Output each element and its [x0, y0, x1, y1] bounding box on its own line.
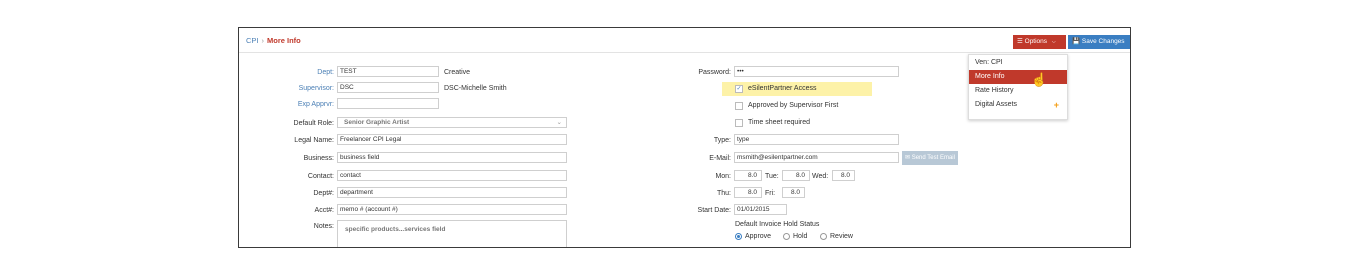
- acct-number-input[interactable]: memo # (account #): [337, 204, 567, 215]
- esilent-access-checkbox[interactable]: ✓: [735, 85, 743, 93]
- thu-hours-input[interactable]: 8.0: [734, 187, 762, 198]
- dept-number-label: Dept#:: [313, 190, 334, 197]
- business-input[interactable]: business field: [337, 152, 567, 163]
- options-button[interactable]: ☰ Options ⌵: [1013, 35, 1066, 49]
- legal-name-input[interactable]: Freelancer CPI Legal: [337, 134, 567, 145]
- approved-supervisor-checkbox[interactable]: [735, 102, 743, 110]
- invoice-review-radio[interactable]: [820, 233, 827, 240]
- envelope-icon: ✉: [905, 155, 911, 161]
- supervisor-input[interactable]: DSC: [337, 82, 439, 93]
- contact-input[interactable]: contact: [337, 170, 567, 181]
- chevron-down-icon: ⌄: [556, 119, 562, 126]
- checkmark-icon: ✓: [736, 86, 742, 92]
- wed-label: Wed:: [812, 173, 829, 180]
- business-label: Business:: [303, 155, 334, 162]
- timesheet-required-label: Time sheet required: [748, 119, 810, 126]
- contact-label: Contact:: [307, 173, 334, 180]
- supervisor-label[interactable]: Supervisor:: [279, 85, 334, 92]
- mon-hours-input[interactable]: 8.0: [734, 170, 762, 181]
- invoice-hold-label: Default Invoice Hold Status: [735, 221, 820, 228]
- menu-item-digital-assets[interactable]: Digital Assets +: [969, 98, 1067, 112]
- legal-name-label: Legal Name:: [294, 137, 334, 144]
- breadcrumb-parent[interactable]: CPI: [246, 36, 259, 45]
- save-icon: 💾: [1072, 38, 1081, 45]
- exp-apprvr-input[interactable]: [337, 98, 439, 109]
- options-label: Options: [1024, 38, 1048, 45]
- plus-icon[interactable]: +: [1054, 98, 1059, 112]
- invoice-hold-option-label: Hold: [793, 233, 808, 240]
- list-icon: ☰: [1017, 38, 1023, 45]
- save-changes-button[interactable]: 💾 Save Changes: [1068, 35, 1130, 49]
- send-test-email-button[interactable]: ✉ Send Test Email: [902, 151, 958, 165]
- menu-item-rate-history[interactable]: Rate History: [969, 84, 1067, 98]
- breadcrumb: CPI › More Info: [246, 36, 301, 45]
- email-label: E-Mail:: [709, 155, 731, 162]
- esilent-access-label: eSilentPartner Access: [748, 85, 817, 92]
- password-input[interactable]: •••: [734, 66, 899, 77]
- wed-hours-input[interactable]: 8.0: [832, 170, 855, 181]
- default-role-value: Senior Graphic Artist: [344, 119, 410, 126]
- digital-assets-label: Digital Assets: [975, 101, 1018, 108]
- approved-supervisor-label: Approved by Supervisor First: [748, 102, 839, 109]
- invoice-approve-radio[interactable]: [735, 233, 742, 240]
- default-role-label: Default Role:: [293, 120, 334, 127]
- dept-label[interactable]: Dept:: [279, 69, 334, 76]
- more-info-panel: CPI › More Info ☰ Options ⌵ 💾 Save Changes…: [238, 27, 1131, 248]
- thu-label: Thu:: [716, 190, 731, 197]
- menu-item-ven-cpi[interactable]: Ven: CPI: [969, 56, 1067, 70]
- start-date-label: Start Date:: [697, 207, 731, 214]
- notes-textarea[interactable]: specific products...services field: [337, 220, 567, 247]
- default-role-select[interactable]: Senior Graphic Artist ⌄: [337, 117, 567, 128]
- start-date-input[interactable]: 01/01/2015: [734, 204, 787, 215]
- password-label: Password:: [698, 69, 731, 76]
- acct-number-label: Acct#:: [314, 207, 334, 214]
- email-input[interactable]: msmith@esilentpartner.com: [734, 152, 899, 163]
- chevron-down-icon: ⌵: [1051, 39, 1056, 45]
- notes-label: Notes:: [313, 223, 334, 230]
- save-label: Save Changes: [1081, 38, 1125, 45]
- type-label: Type:: [713, 137, 731, 144]
- invoice-hold-radio[interactable]: [783, 233, 790, 240]
- options-dropdown-menu: Ven: CPI More Info Rate History Digital …: [968, 54, 1068, 120]
- tue-hours-input[interactable]: 8.0: [782, 170, 810, 181]
- dept-input[interactable]: TEST: [337, 66, 439, 77]
- invoice-approve-label: Approve: [745, 233, 772, 240]
- header-bar: CPI › More Info ☰ Options ⌵ 💾 Save Changes: [239, 28, 1130, 53]
- menu-item-more-info[interactable]: More Info: [969, 70, 1067, 84]
- fri-hours-input[interactable]: 8.0: [782, 187, 805, 198]
- hand-cursor-icon: ☝: [1031, 72, 1048, 87]
- dept-description: Creative: [444, 69, 471, 76]
- tue-label: Tue:: [765, 173, 779, 180]
- send-test-email-label: Send Test Email: [911, 155, 955, 161]
- timesheet-required-checkbox[interactable]: [735, 119, 743, 127]
- type-input[interactable]: type: [734, 134, 899, 145]
- exp-apprvr-label[interactable]: Exp Apprvr:: [279, 101, 334, 108]
- supervisor-description: DSC-Michelle Smith: [444, 85, 507, 92]
- breadcrumb-separator: ›: [261, 36, 265, 45]
- invoice-review-label: Review: [830, 233, 853, 240]
- fri-label: Fri:: [765, 190, 776, 197]
- dept-number-input[interactable]: department: [337, 187, 567, 198]
- breadcrumb-current: More Info: [267, 36, 301, 45]
- mon-label: Mon:: [715, 173, 731, 180]
